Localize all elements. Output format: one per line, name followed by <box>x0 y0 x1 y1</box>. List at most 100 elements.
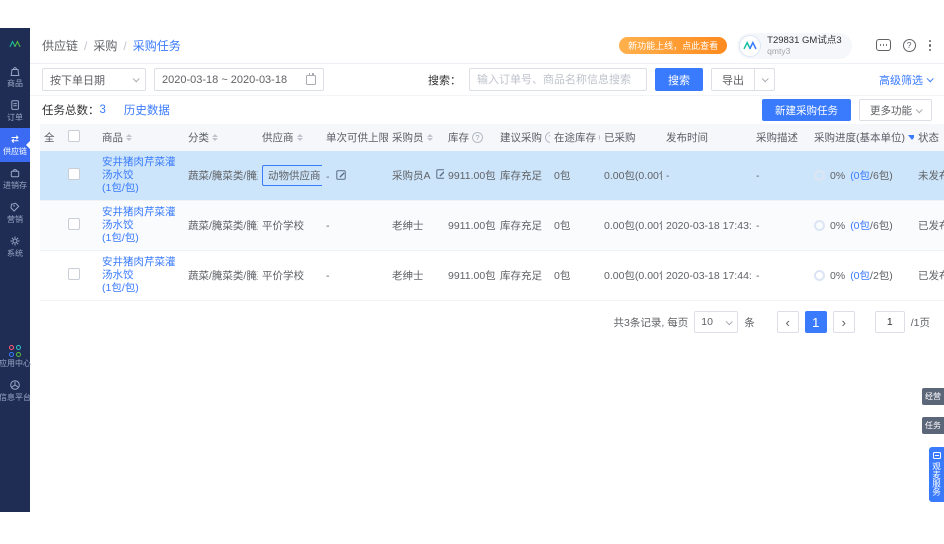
cell-buyer: 采购员A <box>388 151 444 201</box>
breadcrumb-supply-chain[interactable]: 供应链 <box>42 37 78 54</box>
sidebar-item-supply-chain[interactable]: 供应链 <box>0 128 30 162</box>
date-type-label: 按下单日期 <box>50 74 105 87</box>
sidebar-item-info-platform[interactable]: 信息平台 <box>0 374 31 408</box>
breadcrumb-separator: / <box>123 38 127 53</box>
user-chip[interactable]: T29831 GM试点3 qmty3 <box>737 32 852 59</box>
page-size-select[interactable]: 10 <box>694 311 739 333</box>
cell-status: 未发布 <box>914 151 944 201</box>
chat-icon <box>932 452 941 459</box>
sidebar-item-orders[interactable]: 订单 <box>0 94 30 128</box>
product-link[interactable]: 安井猪肉芹菜灌汤水饺 (1包/包) <box>102 206 180 245</box>
sidebar-item-marketing[interactable]: 营销 <box>0 196 30 230</box>
progress-ring <box>814 220 825 231</box>
cell-all <box>40 200 64 251</box>
cell-supply-limit: - <box>322 151 388 201</box>
col-category[interactable]: 分类 <box>184 124 258 151</box>
cell-purchased: 0.00包(0.00包) <box>600 151 662 201</box>
prev-page-button[interactable]: ‹ <box>776 311 799 333</box>
table-row[interactable]: 安井猪肉芹菜灌汤水饺 (1包/包) 蔬菜/腌菜类/腌菜类 平价学校 - 老绅士 … <box>40 250 944 301</box>
cell-transit: 0包 <box>550 200 600 251</box>
chevron-down-icon <box>761 75 769 83</box>
history-data-link[interactable]: 历史数据 <box>124 102 170 118</box>
export-button[interactable]: 导出 <box>711 68 755 91</box>
tag-icon <box>10 202 20 212</box>
table-row[interactable]: 安井猪肉芹菜灌汤水饺 (1包/包) 蔬菜/腌菜类/腌菜类 动物供应商 <box>40 151 944 201</box>
info-icon[interactable]: ? <box>545 132 550 143</box>
progress-ring <box>814 270 825 281</box>
supplier-edit-box[interactable]: 动物供应商 <box>262 165 322 186</box>
col-buyer[interactable]: 采购员 <box>388 124 444 151</box>
export-caret-button[interactable] <box>755 68 775 91</box>
breadcrumb-current[interactable]: 采购任务 <box>133 37 181 54</box>
active-notch <box>26 141 30 149</box>
sidebar-item-app-center[interactable]: 应用中心 <box>0 340 31 374</box>
row-checkbox[interactable] <box>68 268 80 280</box>
more-menu-icon[interactable] <box>928 39 932 52</box>
breadcrumb: 供应链 / 采购 / 采购任务 <box>42 37 181 54</box>
chevron-down-icon <box>926 75 934 83</box>
cube-icon <box>10 380 20 390</box>
new-feature-badge[interactable]: 新功能上线，点此查看 <box>619 37 728 54</box>
cell-supplier: 平价学校 <box>258 200 322 251</box>
message-icon[interactable] <box>875 39 891 52</box>
advanced-filter-link[interactable]: 高级筛选 <box>879 72 934 88</box>
page: 商品 订单 供应链 进销存 营销 系统 应用中心 信息平台 供应链 / 采购 /… <box>0 0 944 544</box>
sidebar-item-system[interactable]: 系统 <box>0 230 30 264</box>
cell-transit: 0包 <box>550 151 600 201</box>
new-purchase-task-button[interactable]: 新建采购任务 <box>762 99 851 121</box>
breadcrumb-purchase[interactable]: 采购 <box>93 37 117 54</box>
cell-all <box>40 151 64 201</box>
col-supplier[interactable]: 供应商 <box>258 124 322 151</box>
warehouse-box-icon <box>10 169 20 178</box>
page-jump-input[interactable] <box>874 311 905 333</box>
table-row[interactable]: 安井猪肉芹菜灌汤水饺 (1包/包) 蔬菜/腌菜类/腌菜类 平价学校 - 老绅士 … <box>40 200 944 251</box>
next-page-button[interactable]: › <box>832 311 855 333</box>
sidebar-item-label: 进销存 <box>3 181 27 190</box>
select-all-checkbox[interactable] <box>68 130 80 142</box>
advanced-filter-label: 高级筛选 <box>879 74 923 87</box>
col-transit: 在途库存? <box>550 124 600 151</box>
row-checkbox[interactable] <box>68 168 80 180</box>
cell-product: 安井猪肉芹菜灌汤水饺 (1包/包) <box>98 250 184 301</box>
purchase-task-table: 全 商品 分类 供应商 单次可供上限? 采购员 库存? 建议采购? 在途库存? … <box>40 124 944 301</box>
calendar-icon <box>306 72 316 85</box>
filter-funnel-icon[interactable] <box>908 135 914 140</box>
info-icon[interactable]: ? <box>472 132 483 143</box>
float-tab-operations[interactable]: 经营 <box>922 388 944 405</box>
sidebar-bottom-group: 应用中心 信息平台 <box>0 340 31 408</box>
top-bar: 供应链 / 采购 / 采购任务 新功能上线，点此查看 T29831 GM试点3 … <box>30 28 944 64</box>
date-range-input[interactable]: 2020-03-18 ~ 2020-03-18 <box>154 68 324 91</box>
progress-ring <box>814 170 825 181</box>
cell-all <box>40 250 64 301</box>
row-checkbox[interactable] <box>68 218 80 230</box>
sort-icon <box>296 134 303 141</box>
cell-desc: - <box>752 151 810 201</box>
cell-suggest: 库存充足 <box>496 200 550 251</box>
col-product[interactable]: 商品 <box>98 124 184 151</box>
pagination: 共3条记录, 每页 10 条 ‹ 1 › /1页 <box>30 301 944 333</box>
product-link[interactable]: 安井猪肉芹菜灌汤水饺 (1包/包) <box>102 156 180 195</box>
more-functions-button[interactable]: 更多功能 <box>859 99 932 121</box>
date-type-select[interactable]: 按下单日期 <box>42 68 146 91</box>
product-link[interactable]: 安井猪肉芹菜灌汤水饺 (1包/包) <box>102 256 180 295</box>
float-tab-guanmai-service[interactable]: 观麦服务 <box>929 447 944 502</box>
cell-progress: 0% (0包/6包) <box>810 200 914 251</box>
sidebar-item-inventory[interactable]: 进销存 <box>0 162 30 196</box>
float-tab-tasks[interactable]: 任务 <box>922 417 944 434</box>
task-summary-bar: 任务总数： 3 历史数据 新建采购任务 更多功能 <box>30 96 944 124</box>
cell-progress: 0% (0包/6包) <box>810 151 914 201</box>
edit-icon[interactable] <box>336 169 347 180</box>
col-progress: 采购进度(基本单位) <box>810 124 914 151</box>
page-button-1[interactable]: 1 <box>804 311 827 333</box>
topbar-icons: ? <box>875 38 932 52</box>
help-icon[interactable]: ? <box>902 38 916 52</box>
sort-icon <box>426 134 433 141</box>
search-button[interactable]: 搜索 <box>655 68 703 91</box>
search-input[interactable] <box>469 68 647 91</box>
edit-icon[interactable] <box>436 168 444 179</box>
app-logo[interactable] <box>0 28 30 60</box>
exchange-arrows-icon <box>11 135 19 143</box>
sidebar: 商品 订单 供应链 进销存 营销 系统 应用中心 信息平台 <box>0 28 31 512</box>
cell-buyer: 老绅士 <box>388 200 444 251</box>
sidebar-item-goods[interactable]: 商品 <box>0 60 30 94</box>
